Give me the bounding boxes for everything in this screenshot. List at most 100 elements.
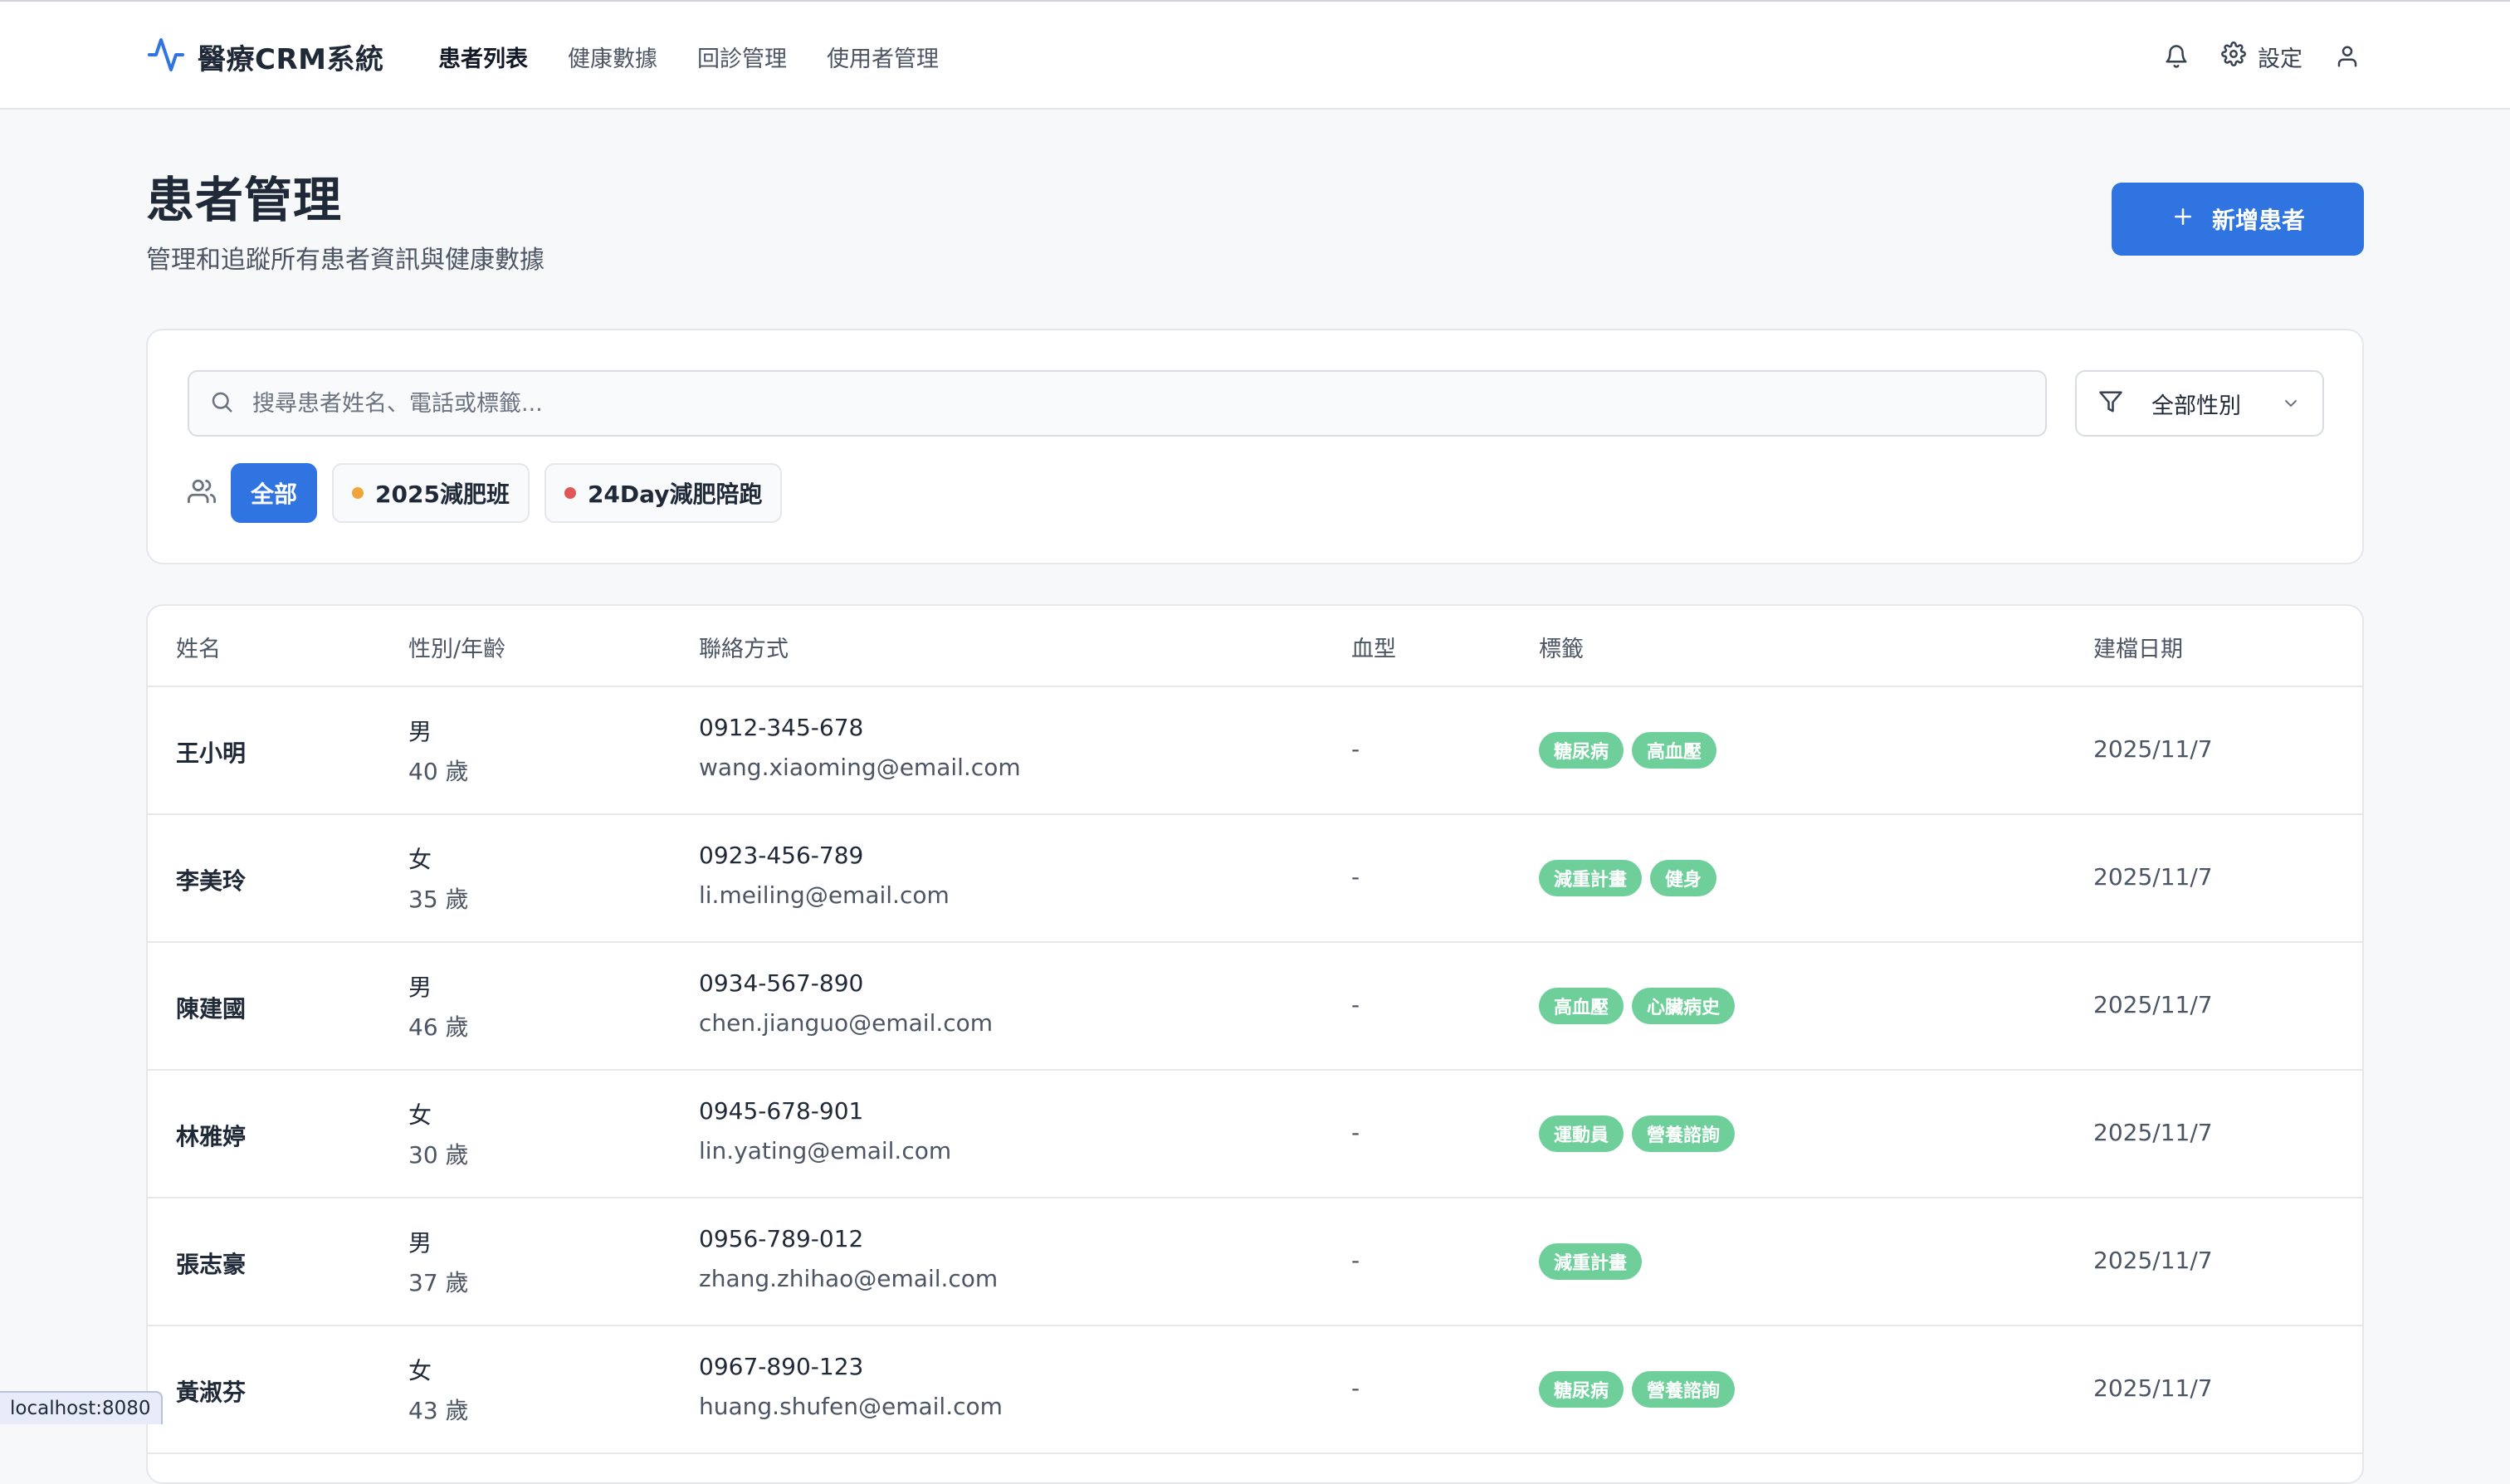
patient-email: li.meiling@email.com (699, 881, 950, 909)
top-right-actions: 設定 (2160, 35, 2364, 78)
table-row[interactable]: 王小明 男 40 歲 0912-345-678 wang.xiaoming@email.… (148, 687, 2362, 815)
patient-tags: 高血壓 心臟病史 (1539, 988, 1736, 1024)
tag-badge[interactable]: 營養諮詢 (1632, 1115, 1736, 1152)
table-row[interactable]: 陳建國 男 46 歲 0934-567-890 chen.jianguo@email.c… (148, 943, 2362, 1071)
patient-created-date: 2025/11/7 (2093, 1247, 2213, 1274)
chip-all[interactable]: 全部 (231, 463, 318, 523)
settings-button[interactable]: 設定 (2221, 41, 2302, 73)
patient-phone: 0956-789-012 (699, 1225, 864, 1252)
tag-badge[interactable]: 高血壓 (1632, 732, 1717, 769)
tag-color-dot (564, 487, 576, 499)
chip-2025-weightloss-class[interactable]: 2025減肥班 (332, 463, 530, 523)
patient-age: 37 歲 (408, 1269, 469, 1296)
tag-badge[interactable]: 健身 (1650, 860, 1717, 896)
patient-blood-type: - (1351, 991, 1360, 1018)
tag-badge[interactable]: 心臟病史 (1632, 988, 1736, 1024)
patient-email: chen.jianguo@email.com (699, 1009, 994, 1037)
patient-created-date: 2025/11/7 (2093, 991, 2213, 1018)
patient-tags: 運動員 營養諮詢 (1539, 1115, 1736, 1152)
patient-gender: 女 (408, 1357, 432, 1384)
patient-age: 43 歲 (408, 1397, 469, 1424)
tag-color-dot (352, 487, 364, 499)
pulse-icon (146, 35, 186, 78)
patient-gender: 男 (408, 1229, 432, 1257)
plus-icon (2171, 204, 2195, 235)
tag-badge[interactable]: 減重計畫 (1539, 860, 1643, 896)
patient-name: 黃淑芬 (176, 1379, 247, 1406)
patient-age: 35 歲 (408, 886, 469, 913)
patient-name: 張志豪 (176, 1251, 247, 1278)
patient-blood-type: - (1351, 863, 1360, 891)
table-row[interactable]: 李美玲 女 35 歲 0923-456-789 li.meiling@email.com… (148, 815, 2362, 943)
table-row[interactable]: 張志豪 男 37 歲 0956-789-012 zhang.zhihao@email.c… (148, 1198, 2362, 1326)
patient-gender: 女 (408, 1101, 432, 1129)
main-nav: 患者列表 健康數據 回診管理 使用者管理 (438, 35, 939, 78)
nav-followup[interactable]: 回診管理 (697, 41, 787, 73)
column-contact[interactable]: 聯絡方式 (699, 631, 789, 663)
chevron-down-icon (2281, 393, 2301, 413)
patient-blood-type: - (1351, 1247, 1360, 1274)
top-navigation: 醫療CRM系統 患者列表 健康數據 回診管理 使用者管理 設定 (0, 0, 2510, 110)
patient-blood-type: - (1351, 735, 1360, 763)
search-input[interactable] (252, 390, 1995, 417)
gender-select[interactable]: 全部性別 (2075, 370, 2324, 437)
nav-user-management[interactable]: 使用者管理 (827, 41, 939, 73)
patient-age: 46 歲 (408, 1013, 469, 1041)
tag-badge[interactable]: 糖尿病 (1539, 1371, 1624, 1408)
patient-created-date: 2025/11/7 (2093, 1119, 2213, 1146)
bell-icon[interactable] (2160, 40, 2193, 73)
chip-label: 2025減肥班 (375, 481, 510, 508)
chip-24day-weightloss[interactable]: 24Day減肥陪跑 (544, 463, 783, 523)
add-patient-label: 新增患者 (2211, 207, 2305, 234)
search-box[interactable] (188, 370, 2047, 437)
tag-badge[interactable]: 糖尿病 (1539, 732, 1624, 769)
brand[interactable]: 醫療CRM系統 (146, 35, 383, 78)
patient-name: 林雅婷 (176, 1123, 247, 1150)
patient-age: 40 歲 (408, 758, 469, 785)
chip-label: 全部 (251, 481, 298, 508)
patient-gender: 女 (408, 846, 432, 873)
add-patient-button[interactable]: 新增患者 (2112, 183, 2364, 256)
column-created-date[interactable]: 建檔日期 (2093, 631, 2183, 663)
filter-icon (2098, 389, 2123, 417)
table-row[interactable]: 黃淑芬 女 43 歲 0967-890-123 huang.shufen@email.c… (148, 1326, 2362, 1454)
patient-email: wang.xiaoming@email.com (699, 754, 1021, 781)
page-title: 患者管理 (146, 172, 343, 228)
patient-created-date: 2025/11/7 (2093, 863, 2213, 891)
page-subtitle: 管理和追蹤所有患者資訊與健康數據 (146, 246, 544, 275)
table-header: 姓名 性別/年齡 聯絡方式 血型 標籤 建檔日期 (148, 606, 2362, 687)
search-icon (209, 389, 234, 417)
patient-phone: 0945-678-901 (699, 1097, 864, 1125)
patient-created-date: 2025/11/7 (2093, 1374, 2213, 1402)
tag-badge[interactable]: 高血壓 (1539, 988, 1624, 1024)
nav-health-data[interactable]: 健康數據 (568, 41, 657, 73)
column-gender-age[interactable]: 性別/年齡 (408, 631, 505, 663)
tag-filter-row: 全部 2025減肥班 24Day減肥陪跑 (188, 463, 783, 523)
tag-badge[interactable]: 減重計畫 (1539, 1243, 1643, 1280)
filter-panel: 全部性別 全部 2025減肥班 24Day減肥陪跑 (146, 329, 2364, 564)
patient-phone: 0934-567-890 (699, 969, 864, 997)
column-tags[interactable]: 標籤 (1539, 631, 1584, 663)
patient-age: 30 歲 (408, 1141, 469, 1169)
patient-email: huang.shufen@email.com (699, 1393, 1003, 1420)
patient-name: 陳建國 (176, 995, 247, 1023)
user-icon[interactable] (2331, 40, 2364, 73)
patient-email: zhang.zhihao@email.com (699, 1265, 999, 1292)
column-name[interactable]: 姓名 (176, 631, 221, 663)
patient-tags: 減重計畫 健身 (1539, 860, 1717, 896)
gender-select-value: 全部性別 (2151, 393, 2241, 419)
patient-email: lin.yating@email.com (699, 1137, 952, 1164)
patient-gender: 男 (408, 974, 432, 1001)
column-blood-type[interactable]: 血型 (1351, 631, 1396, 663)
table-row[interactable]: 林雅婷 女 30 歲 0945-678-901 lin.yating@email.com… (148, 1071, 2362, 1198)
patient-gender: 男 (408, 718, 432, 745)
tag-badge[interactable]: 運動員 (1539, 1115, 1624, 1152)
gear-icon (2221, 41, 2246, 72)
brand-name: 醫療CRM系統 (198, 42, 384, 76)
patient-blood-type: - (1351, 1374, 1360, 1402)
chip-label: 24Day減肥陪跑 (587, 481, 763, 508)
nav-patient-list[interactable]: 患者列表 (438, 41, 528, 73)
tag-badge[interactable]: 營養諮詢 (1632, 1371, 1736, 1408)
patient-tags: 糖尿病 營養諮詢 (1539, 1371, 1736, 1408)
patient-name: 李美玲 (176, 867, 247, 895)
